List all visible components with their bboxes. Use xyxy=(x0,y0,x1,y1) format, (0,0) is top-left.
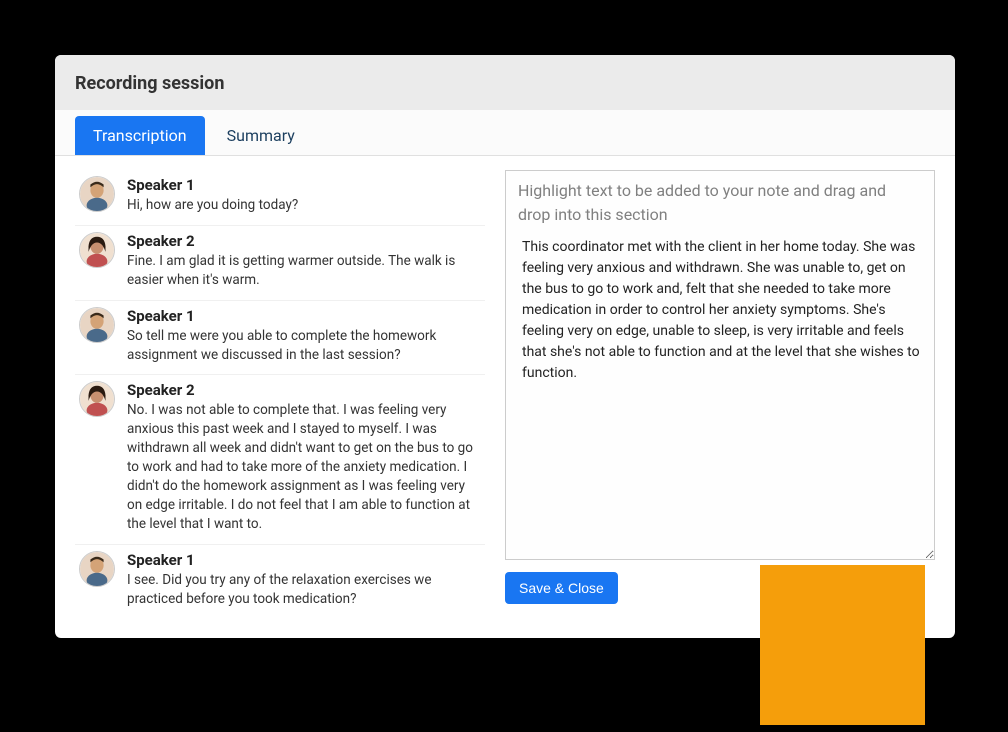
turn-body: Speaker 1 Hi, how are you doing today? xyxy=(127,176,481,215)
avatar xyxy=(79,176,115,212)
speaker-label: Speaker 1 xyxy=(127,551,481,569)
decorative-square xyxy=(760,565,925,725)
transcript-turn: Speaker 1 So tell me were you able to co… xyxy=(75,301,485,376)
turn-body: Speaker 2 Fine. I am glad it is getting … xyxy=(127,232,481,290)
speaker-label: Speaker 1 xyxy=(127,307,481,325)
note-content[interactable]: This coordinator met with the client in … xyxy=(518,237,922,384)
speaker-text[interactable]: Fine. I am glad it is getting warmer out… xyxy=(127,252,481,290)
recording-session-window: Recording session Transcription Summary … xyxy=(55,55,955,638)
avatar xyxy=(79,381,115,417)
note-panel: Highlight text to be added to your note … xyxy=(505,170,935,618)
turn-body: Speaker 1 I see. Did you try any of the … xyxy=(127,551,481,609)
turn-body: Speaker 1 So tell me were you able to co… xyxy=(127,307,481,365)
speaker-label: Speaker 2 xyxy=(127,232,481,250)
window-title: Recording session xyxy=(75,73,935,94)
speaker-text[interactable]: I see. Did you try any of the relaxation… xyxy=(127,571,481,609)
note-textarea[interactable]: Highlight text to be added to your note … xyxy=(505,170,935,560)
speaker-text[interactable]: No. I was not able to complete that. I w… xyxy=(127,401,481,533)
transcript-turn: Speaker 1 I see. Did you try any of the … xyxy=(75,545,485,619)
transcript-list: Speaker 1 Hi, how are you doing today? S… xyxy=(75,170,485,618)
tabs-bar: Transcription Summary xyxy=(55,110,955,156)
note-placeholder: Highlight text to be added to your note … xyxy=(518,179,922,227)
speaker-label: Speaker 1 xyxy=(127,176,481,194)
tab-summary[interactable]: Summary xyxy=(209,116,313,155)
speaker-text[interactable]: Hi, how are you doing today? xyxy=(127,196,481,215)
turn-body: Speaker 2 No. I was not able to complete… xyxy=(127,381,481,533)
transcript-turn: Speaker 2 Fine. I am glad it is getting … xyxy=(75,226,485,301)
save-close-button[interactable]: Save & Close xyxy=(505,572,618,604)
avatar xyxy=(79,551,115,587)
speaker-label: Speaker 2 xyxy=(127,381,481,399)
avatar xyxy=(79,232,115,268)
window-header: Recording session xyxy=(55,55,955,110)
tab-transcription[interactable]: Transcription xyxy=(75,116,205,155)
speaker-text[interactable]: So tell me were you able to complete the… xyxy=(127,327,481,365)
transcript-turn: Speaker 1 Hi, how are you doing today? xyxy=(75,170,485,226)
avatar xyxy=(79,307,115,343)
transcript-turn: Speaker 2 No. I was not able to complete… xyxy=(75,375,485,544)
